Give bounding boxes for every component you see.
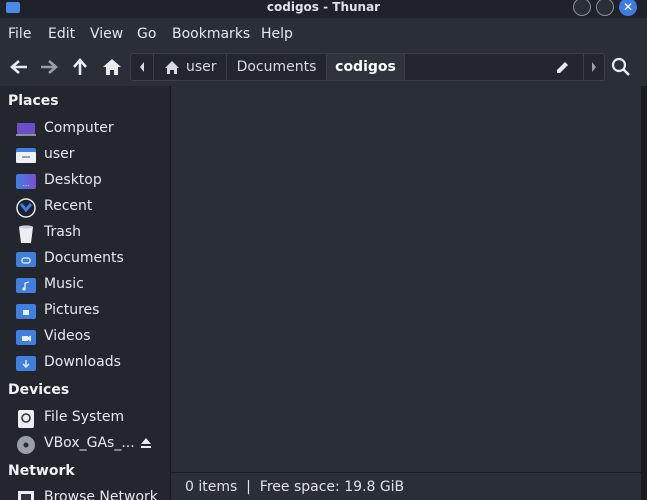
- path-segment-documents[interactable]: Documents: [227, 54, 326, 80]
- computer-icon: [16, 120, 36, 138]
- sidebar-item-user[interactable]: user: [16, 144, 166, 166]
- sidebar-item-label: Recent: [44, 198, 93, 214]
- sidebar-item-label: Downloads: [44, 354, 121, 370]
- menu-go[interactable]: Go: [137, 26, 156, 42]
- path-segment-label: user: [186, 59, 217, 75]
- documents-folder-icon: [16, 250, 36, 268]
- sidebar-item-vbox[interactable]: VBox_GAs_...: [16, 433, 166, 455]
- path-segment-codigos[interactable]: codigos: [327, 54, 404, 80]
- menu-edit[interactable]: Edit: [48, 26, 75, 42]
- sidebar-item-pictures[interactable]: Pictures: [16, 300, 166, 322]
- sidebar-item-documents[interactable]: Documents: [16, 248, 166, 270]
- devices-header: Devices: [8, 382, 70, 398]
- recent-icon: [16, 198, 36, 218]
- file-view-area[interactable]: [171, 86, 641, 471]
- status-bar: 0 items | Free space: 19.8 GiB: [171, 472, 641, 500]
- location-pathbar: user Documents codigos: [130, 53, 605, 81]
- pathbar-scroll-left-icon[interactable]: [131, 54, 153, 80]
- forward-arrow-icon[interactable]: [38, 56, 60, 78]
- optical-disc-icon: [16, 435, 36, 454]
- sidebar-item-videos[interactable]: Videos: [16, 326, 166, 348]
- sidebar-item-label: Pictures: [44, 302, 100, 318]
- sidebar-item-label: Desktop: [44, 172, 102, 188]
- edit-location-pencil-icon[interactable]: [549, 54, 575, 80]
- sidebar-item-browse-network[interactable]: Browse Network: [16, 487, 166, 500]
- menu-help[interactable]: Help: [261, 26, 293, 42]
- drive-icon: [16, 409, 36, 428]
- eject-icon[interactable]: [140, 435, 152, 455]
- search-icon[interactable]: [610, 56, 632, 78]
- videos-folder-icon: [16, 328, 36, 346]
- sidebar-item-computer[interactable]: Computer: [16, 118, 166, 140]
- path-segment-user[interactable]: user: [154, 54, 226, 80]
- network-header: Network: [8, 463, 75, 479]
- window-edge: [641, 86, 647, 500]
- sidebar-item-label: Documents: [44, 250, 124, 266]
- title-bar: codigos - Thunar ✕: [0, 0, 647, 18]
- pathbar-scroll-right-icon[interactable]: [584, 54, 604, 80]
- window-title: codigos - Thunar: [266, 0, 381, 14]
- sidebar-item-trash[interactable]: Trash: [16, 222, 166, 244]
- pictures-folder-icon: [16, 302, 36, 320]
- status-text: 0 items | Free space: 19.8 GiB: [185, 479, 405, 495]
- sidebar-item-label: Computer: [44, 120, 114, 136]
- sidebar-item-label: File System: [44, 409, 125, 425]
- network-icon: [16, 489, 36, 500]
- sidebar-item-music[interactable]: Music: [16, 274, 166, 296]
- sidebar-item-label: Videos: [44, 328, 91, 344]
- trash-icon: [16, 224, 36, 243]
- desktop-folder-icon: ...: [16, 172, 36, 190]
- menu-file[interactable]: File: [8, 26, 31, 42]
- sidebar-item-label: user: [44, 146, 75, 162]
- sidebar-item-label: VBox_GAs_...: [44, 435, 135, 451]
- svg-text:...: ...: [23, 180, 30, 188]
- sidebar-item-downloads[interactable]: Downloads: [16, 352, 166, 374]
- home-icon[interactable]: [101, 56, 123, 78]
- places-header: Places: [8, 93, 59, 109]
- sidebar: Places Computer user ... Desktop Recent …: [0, 86, 170, 500]
- sidebar-item-label: Trash: [44, 224, 81, 240]
- back-arrow-icon[interactable]: [8, 56, 30, 78]
- menu-bookmarks[interactable]: Bookmarks: [172, 26, 250, 42]
- menu-view[interactable]: View: [90, 26, 123, 42]
- downloads-folder-icon: [16, 354, 36, 372]
- home-folder-icon: [16, 146, 36, 164]
- sidebar-item-label: Music: [44, 276, 84, 292]
- music-folder-icon: [16, 276, 36, 294]
- menu-bar: File Edit View Go Bookmarks Help: [0, 22, 647, 48]
- sidebar-item-label: Browse Network: [44, 489, 158, 500]
- sidebar-item-recent[interactable]: Recent: [16, 196, 166, 218]
- up-arrow-icon[interactable]: [69, 56, 91, 78]
- home-segment-icon: [164, 54, 180, 89]
- sidebar-item-file-system[interactable]: File System: [16, 407, 166, 429]
- sidebar-item-desktop[interactable]: ... Desktop: [16, 170, 166, 192]
